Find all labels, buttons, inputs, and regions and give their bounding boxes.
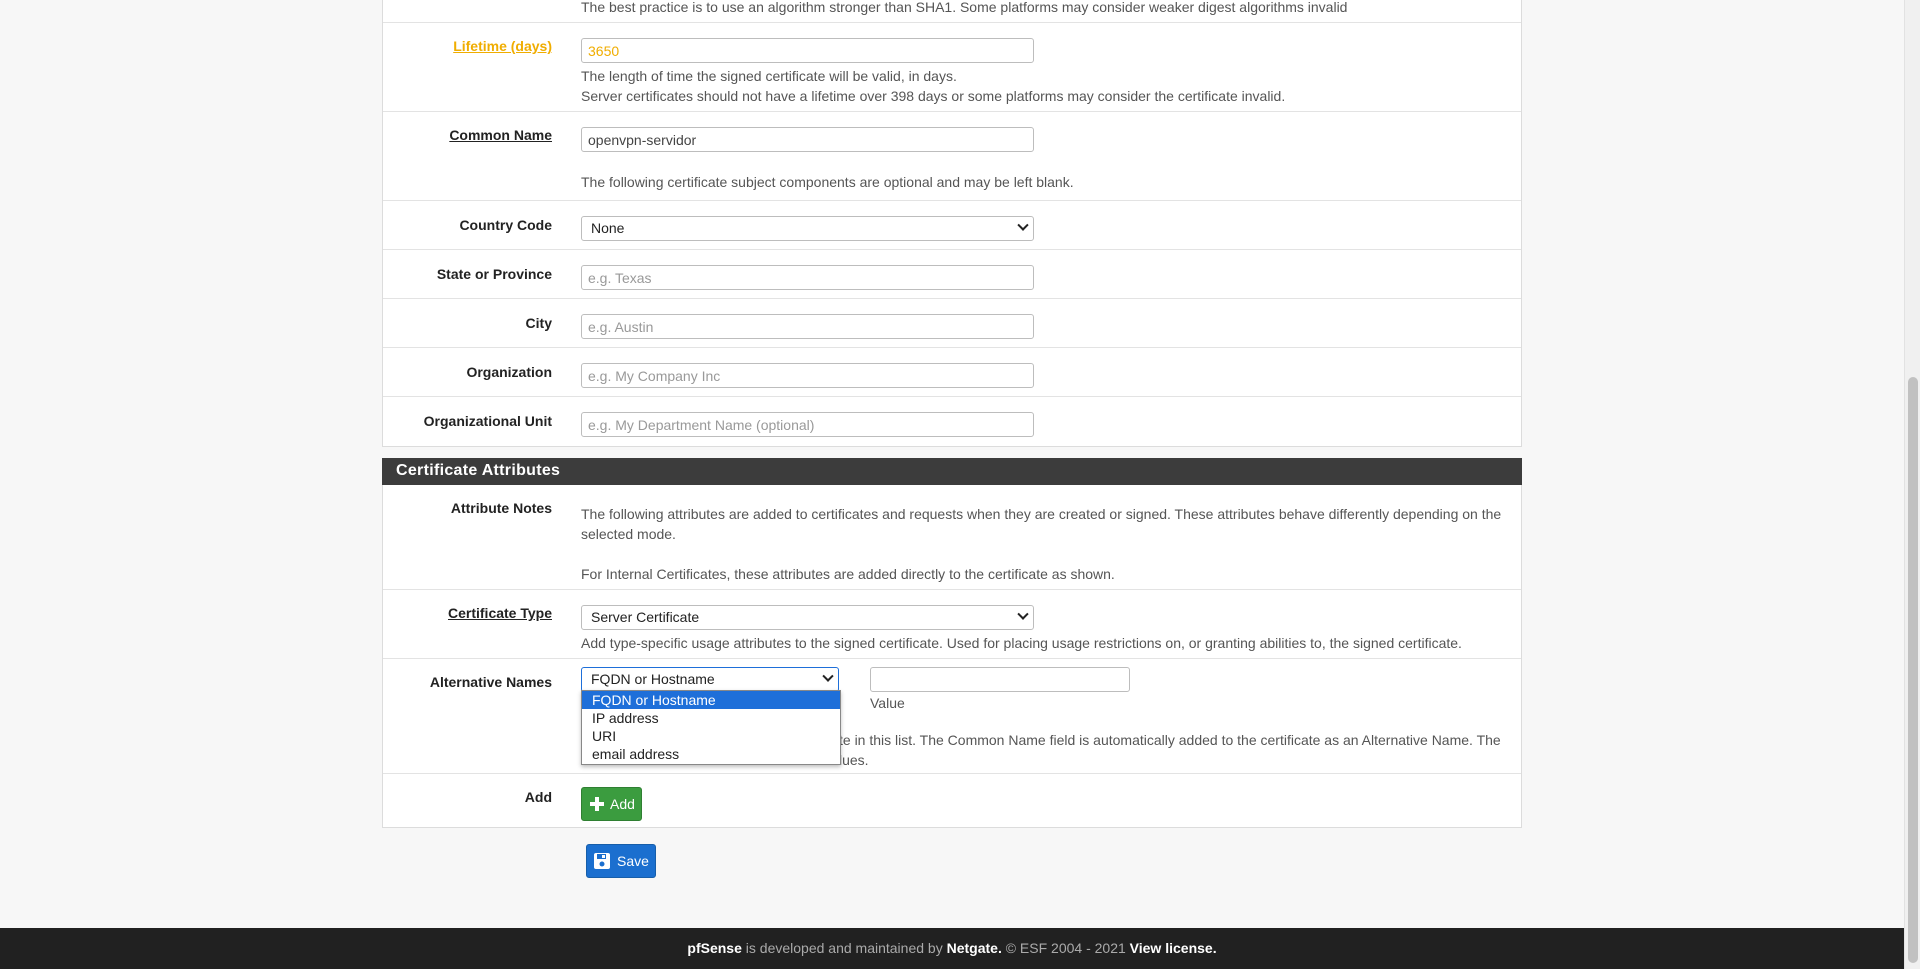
certificate-type-select[interactable]: Server Certificate	[581, 605, 1034, 630]
lifetime-help-1: The length of time the signed certificat…	[581, 68, 957, 84]
chevron-down-icon	[1017, 608, 1029, 620]
digest-help-row: The best practice is to use an algorithm…	[383, 0, 1521, 23]
scrollbar-thumb[interactable]	[1908, 377, 1918, 963]
chevron-down-icon	[822, 670, 834, 682]
certificate-type-row: Certificate Type Server Certificate Add …	[383, 590, 1521, 659]
alternative-names-row: Alternative Names FQDN or Hostname Value…	[383, 659, 1521, 774]
alt-name-option-uri[interactable]: URI	[582, 727, 840, 745]
alt-name-option-fqdn[interactable]: FQDN or Hostname	[582, 691, 840, 709]
alt-name-option-ip[interactable]: IP address	[582, 709, 840, 727]
chevron-down-icon	[1017, 219, 1029, 231]
certificate-subject-panel: The best practice is to use an algorithm…	[382, 0, 1522, 447]
footer-license-link[interactable]: View license.	[1130, 940, 1217, 956]
organization-row: Organization	[383, 348, 1521, 397]
alt-names-help-2-text: lues.	[839, 752, 869, 768]
alt-name-type-value: FQDN or Hostname	[591, 671, 715, 687]
save-button-label: Save	[617, 853, 649, 869]
alt-name-type-dropdown: FQDN or Hostname IP address URI email ad…	[581, 690, 841, 765]
optional-note: The following certificate subject compon…	[581, 174, 1074, 190]
state-label: State or Province	[436, 266, 552, 282]
vertical-scrollbar[interactable]	[1904, 0, 1920, 969]
footer-brand-link[interactable]: pfSense	[687, 940, 741, 956]
alt-name-value-input[interactable]	[870, 667, 1130, 692]
common-name-input[interactable]	[581, 127, 1034, 152]
save-button[interactable]: Save	[586, 844, 656, 878]
city-row: City	[383, 299, 1521, 348]
add-label: Add	[524, 789, 552, 805]
org-unit-input[interactable]	[581, 412, 1034, 437]
add-button-label: Add	[610, 796, 635, 812]
lifetime-label: Lifetime (days)	[453, 38, 552, 54]
common-name-row: Common Name The following certificate su…	[383, 112, 1521, 201]
state-input[interactable]	[581, 265, 1034, 290]
certificate-attributes-panel: Attribute Notes The following attributes…	[382, 458, 1522, 828]
lifetime-row: Lifetime (days) The length of time the s…	[383, 23, 1521, 112]
city-input[interactable]	[581, 314, 1034, 339]
country-code-value: None	[591, 220, 625, 236]
alternative-names-label: Alternative Names	[429, 674, 552, 690]
certificate-type-help: Add type-specific usage attributes to th…	[581, 635, 1462, 651]
attribute-notes-row: Attribute Notes The following attributes…	[383, 485, 1521, 590]
country-code-row: Country Code None	[383, 201, 1521, 250]
attribute-notes-text-2: For Internal Certificates, these attribu…	[581, 566, 1115, 582]
digest-help-text: The best practice is to use an algorithm…	[581, 0, 1348, 15]
floppy-disk-icon	[594, 853, 610, 869]
alt-names-help-1-text: te in this list. The Common Name field i…	[839, 732, 1501, 748]
footer-text-1: is developed and maintained by	[741, 940, 947, 956]
add-row: Add Add	[383, 774, 1521, 828]
certificate-attributes-header: Certificate Attributes	[382, 458, 1522, 485]
alt-name-value-label: Value	[870, 695, 905, 711]
certificate-type-label: Certificate Type	[448, 605, 552, 621]
footer-copyright: © ESF 2004 - 2021	[1001, 940, 1130, 956]
state-row: State or Province	[383, 250, 1521, 299]
alt-name-option-email[interactable]: email address	[582, 745, 840, 763]
page-footer: pfSense is developed and maintained by N…	[0, 928, 1904, 969]
org-unit-row: Organizational Unit	[383, 397, 1521, 446]
certificate-type-value: Server Certificate	[591, 609, 700, 625]
alt-name-type-select[interactable]: FQDN or Hostname	[581, 667, 839, 692]
lifetime-help-2: Server certificates should not have a li…	[581, 88, 1286, 104]
add-button[interactable]: Add	[581, 787, 642, 821]
country-code-select[interactable]: None	[581, 216, 1034, 241]
organization-input[interactable]	[581, 363, 1034, 388]
footer-company-link[interactable]: Netgate.	[947, 940, 1002, 956]
attribute-notes-text-1b: selected mode.	[581, 526, 676, 542]
attribute-notes-label: Attribute Notes	[450, 500, 552, 516]
attribute-notes-text-1a: The following attributes are added to ce…	[581, 506, 1502, 522]
city-label: City	[525, 315, 552, 331]
organization-label: Organization	[466, 364, 552, 380]
org-unit-label: Organizational Unit	[423, 413, 552, 429]
common-name-label: Common Name	[449, 127, 552, 143]
lifetime-input[interactable]	[581, 38, 1034, 63]
plus-icon	[590, 797, 604, 811]
country-code-label: Country Code	[459, 217, 552, 233]
